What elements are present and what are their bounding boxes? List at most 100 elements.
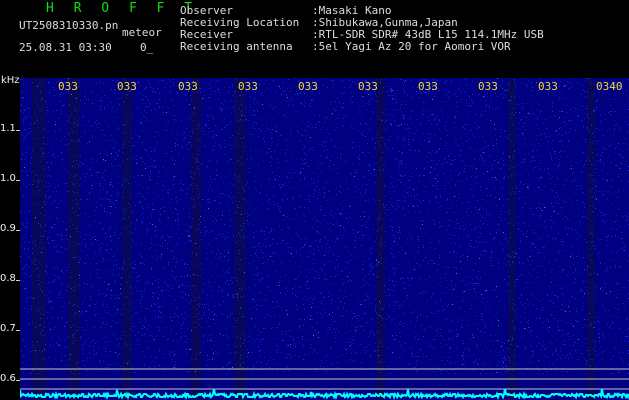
waterfall-pixel <box>44 215 45 216</box>
waterfall-pixel <box>286 101 287 102</box>
waterfall-pixel <box>229 344 230 345</box>
waterfall-pixel <box>377 361 378 362</box>
waterfall-pixel <box>608 212 609 213</box>
waterfall-pixel <box>104 107 105 108</box>
waterfall-pixel <box>150 147 151 148</box>
waterfall-pixel <box>325 215 326 216</box>
waterfall-pixel <box>154 303 155 304</box>
waterfall-pixel <box>87 358 88 359</box>
waterfall-pixel <box>281 352 282 353</box>
waterfall-pixel <box>155 131 156 132</box>
waterfall-pixel <box>140 263 141 264</box>
waterfall-pixel <box>253 236 254 237</box>
waterfall-pixel <box>147 120 148 121</box>
waterfall-pixel <box>189 104 190 105</box>
waterfall-pixel <box>275 339 276 340</box>
waterfall-pixel <box>412 218 413 219</box>
waterfall-pixel <box>98 244 99 245</box>
waterfall-pixel <box>436 330 437 331</box>
waterfall-pixel <box>36 359 37 360</box>
waterfall-pixel <box>433 169 434 170</box>
waterfall-pixel <box>326 157 327 158</box>
waterfall-pixel <box>516 304 517 305</box>
waterfall-pixel <box>299 319 300 320</box>
waterfall-pixel <box>459 197 460 198</box>
waterfall-pixel <box>454 344 455 345</box>
waterfall-pixel <box>227 250 228 251</box>
waterfall-pixel <box>270 256 271 257</box>
waterfall-pixel <box>561 210 562 211</box>
waterfall-pixel <box>459 81 460 82</box>
waterfall-pixel <box>193 120 194 121</box>
waterfall-pixel <box>417 316 418 317</box>
waterfall-pixel <box>78 303 79 304</box>
waterfall-pixel <box>183 297 184 298</box>
waterfall-pixel <box>362 304 363 305</box>
waterfall-pixel <box>149 248 150 249</box>
waterfall-pixel <box>37 280 38 281</box>
waterfall-pixel <box>76 217 77 218</box>
waterfall-pixel <box>258 335 259 336</box>
waterfall-pixel <box>550 153 551 154</box>
waterfall-pixel <box>305 139 306 140</box>
waterfall-pixel <box>184 319 185 320</box>
waterfall-pixel <box>565 202 566 203</box>
waterfall-pixel <box>124 331 125 332</box>
waterfall-pixel <box>146 87 147 88</box>
waterfall-pixel <box>107 193 108 194</box>
waterfall-pixel <box>206 177 207 178</box>
waterfall-pixel <box>97 277 98 278</box>
waterfall-pixel <box>397 184 398 185</box>
waterfall-pixel <box>185 286 186 287</box>
waterfall-pixel <box>86 330 87 331</box>
waterfall-pixel <box>244 146 245 147</box>
waterfall-pixel <box>328 240 329 241</box>
waterfall-pixel <box>313 373 314 374</box>
waterfall-pixel <box>121 219 122 220</box>
waterfall-pixel <box>310 347 311 348</box>
waterfall-pixel <box>392 230 393 231</box>
waterfall-pixel <box>309 105 310 106</box>
waterfall-pixel <box>497 163 498 164</box>
waterfall-pixel <box>139 290 140 291</box>
waterfall-pixel <box>114 174 115 175</box>
waterfall-pixel <box>288 172 289 173</box>
waterfall-pixel <box>301 246 302 247</box>
waterfall-pixel <box>385 268 386 269</box>
waterfall-pixel <box>280 211 281 212</box>
waterfall-pixel <box>253 271 254 272</box>
waterfall-pixel <box>447 199 448 200</box>
waterfall-pixel <box>558 166 559 167</box>
waterfall-pixel <box>365 306 366 307</box>
waterfall-pixel <box>147 229 148 230</box>
waterfall-pixel <box>273 253 274 254</box>
waterfall-pixel <box>591 242 592 243</box>
waterfall-pixel <box>243 362 244 363</box>
waterfall-pixel <box>124 116 125 117</box>
waterfall-pixel <box>380 342 381 343</box>
waterfall-pixel <box>585 139 586 140</box>
waterfall-pixel <box>386 130 387 131</box>
waterfall-pixel <box>261 125 262 126</box>
waterfall-pixel <box>162 80 163 81</box>
waterfall-pixel <box>365 122 366 123</box>
waterfall-pixel <box>375 299 376 300</box>
waterfall-pixel <box>45 224 46 225</box>
waterfall-pixel <box>137 221 138 222</box>
waterfall-pixel <box>477 348 478 349</box>
waterfall-pixel <box>180 269 181 270</box>
waterfall-pixel <box>237 178 238 179</box>
waterfall-pixel <box>360 193 361 194</box>
waterfall-pixel <box>388 289 389 290</box>
waterfall-pixel <box>87 199 88 200</box>
waterfall-pixel <box>351 127 352 128</box>
waterfall-pixel <box>603 194 604 195</box>
waterfall-pixel <box>21 104 22 105</box>
waterfall-pixel <box>582 345 583 346</box>
waterfall-pixel <box>593 340 594 341</box>
waterfall-pixel <box>615 278 616 279</box>
waterfall-pixel <box>339 191 340 192</box>
waterfall-pixel <box>27 291 28 292</box>
waterfall-pixel <box>485 305 486 306</box>
waterfall-pixel <box>47 273 48 274</box>
